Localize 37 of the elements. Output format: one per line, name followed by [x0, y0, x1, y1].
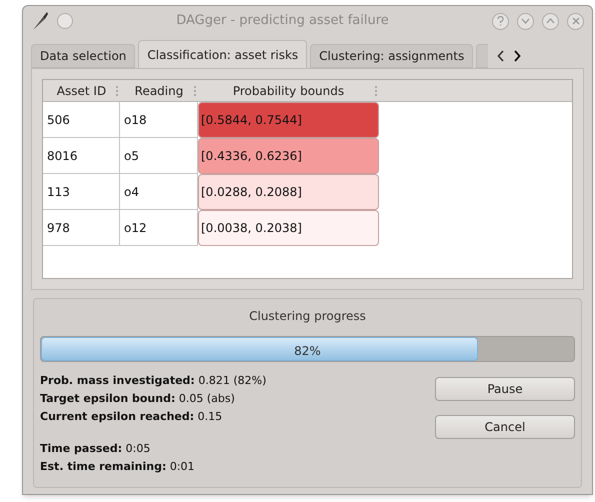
status-line: Target epsilon bound: 0.05 (abs) [40, 391, 236, 407]
table-cell: [0.0288, 0.2088] [198, 174, 379, 210]
window-title: DAGger - predicting asset failure [175, 12, 390, 30]
action-button[interactable]: Pause [435, 377, 575, 401]
chevron-down-icon [521, 18, 530, 24]
help-button[interactable] [492, 12, 509, 30]
chevron-right-icon[interactable] [513, 50, 522, 62]
close-button[interactable] [567, 12, 584, 30]
chevron-up-icon [546, 18, 555, 24]
column-header[interactable]: Asset ID [56, 82, 106, 100]
chevron-left-icon[interactable] [497, 50, 506, 62]
column-header[interactable]: Reading [134, 82, 184, 100]
table-cell: 506 [43, 102, 120, 138]
table-cell: 978 [43, 210, 120, 246]
dagger-icon [31, 11, 49, 31]
menu-button[interactable] [57, 13, 73, 29]
table-cell: 8016 [43, 138, 120, 174]
column-header[interactable]: Probability bounds [232, 82, 344, 100]
tab[interactable]: Data selection [31, 44, 136, 68]
table-cell: [0.5844, 0.7544] [198, 102, 379, 138]
table-cell: [0.4336, 0.6236] [198, 138, 379, 174]
status-line: Current epsilon reached: 0.15 [40, 409, 224, 425]
minimize-button[interactable] [517, 12, 534, 30]
table-cell: [0.0038, 0.2038] [198, 210, 379, 246]
status-line: Time passed: 0:05 [40, 441, 152, 457]
tab[interactable]: Clustering: assignments [310, 44, 474, 68]
action-button[interactable]: Cancel [435, 415, 575, 439]
tab[interactable] [476, 44, 488, 68]
panel-title: Clustering progress [248, 308, 367, 325]
status-line: Est. time remaining: 0:01 [40, 459, 196, 475]
maximize-button[interactable] [542, 12, 559, 30]
tab[interactable]: Classification: asset risks [138, 40, 308, 68]
status-line: Prob. mass investigated: 0.821 (82%) [40, 373, 268, 389]
help-icon [497, 16, 504, 26]
close-icon [572, 17, 580, 25]
progress-reading: 82% [294, 343, 321, 360]
table-cell: 113 [43, 174, 120, 210]
